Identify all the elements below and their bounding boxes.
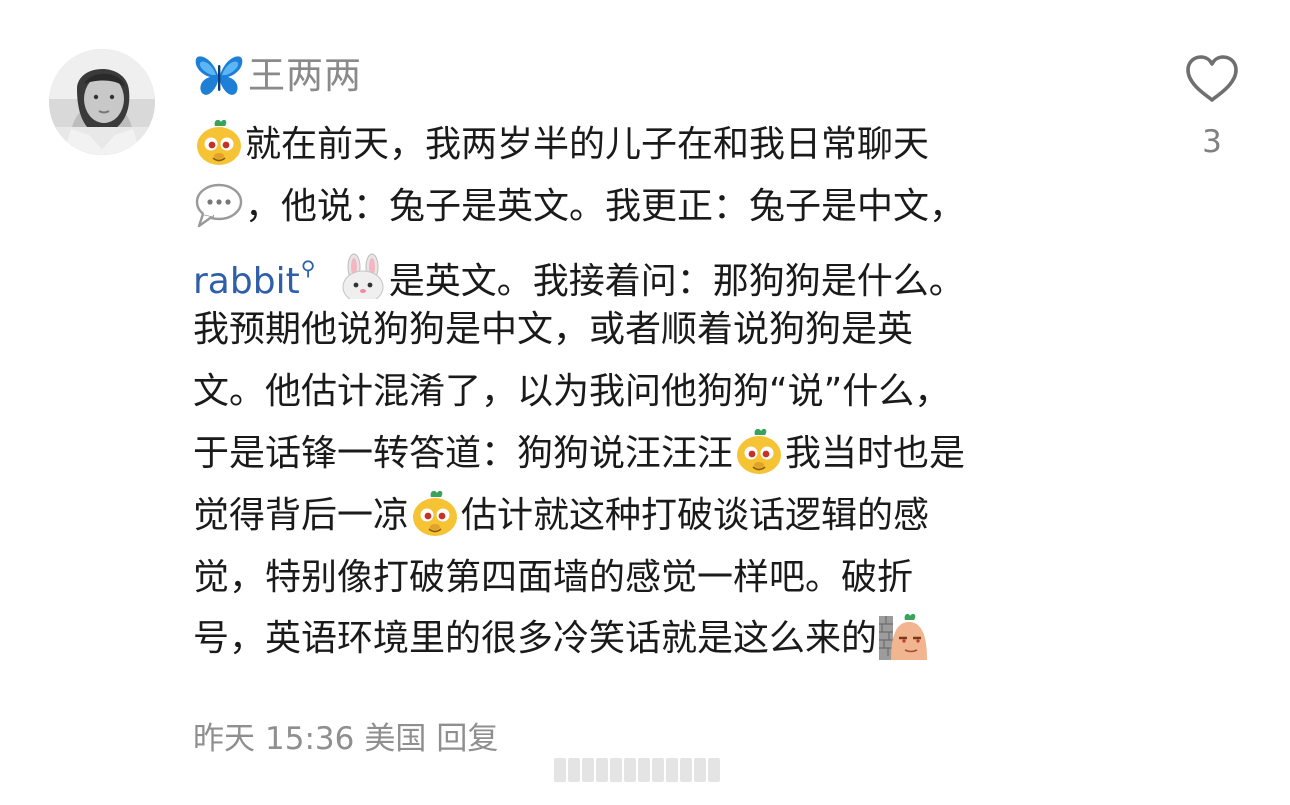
comment-date: 昨天 (193, 721, 255, 757)
comment-line: 于是话锋一转答道：狗狗说汪汪汪 我当时也是 (193, 423, 1113, 485)
bunny-face-emoji (337, 253, 389, 300)
comment-line: ，他说：兔子是英文。我更正：兔子是中文， (193, 176, 1113, 238)
comment-location: 美国 (364, 721, 427, 757)
speech-bubble-emoji (193, 178, 245, 230)
like-count: 3 (1202, 124, 1222, 160)
comment-line: 就在前天，我两岁半的儿子在和我日常聊天 (193, 114, 1113, 176)
heart-outline-icon[interactable] (1184, 54, 1240, 104)
watermark (554, 758, 722, 784)
doge-face-emoji (193, 116, 245, 168)
comment-line: 号，英语环境里的很多冷笑话就是这么来的 (193, 608, 1113, 670)
author-name[interactable]: 王两两 (248, 50, 362, 102)
reply-button[interactable]: 回复 (436, 721, 498, 757)
doge-face-emoji (733, 425, 785, 477)
comment-meta: 昨天 15:36 美国 回复 (193, 718, 508, 760)
avatar-photo (49, 49, 155, 155)
author-row[interactable]: 王两两 (194, 50, 362, 102)
comment-body: 就在前天，我两岁半的儿子在和我日常聊天 ，他说：兔子是英文。我更正：兔子是中文，… (193, 114, 1113, 670)
butterfly-icon (194, 53, 244, 99)
comment-line: rabbit⚲ 是英文。我接着问：那狗狗是什么。 (193, 238, 1113, 300)
like-area: 3 (1184, 54, 1240, 162)
comment-time: 15:36 (265, 721, 355, 757)
comment-line: 觉得背后一凉 估计就这种打破谈话逻辑的感 (193, 485, 1113, 547)
comment-line: 我预期他说狗狗是中文，或者顺着说狗狗是英 (193, 309, 914, 351)
comment-line: 文。他估计混淆了，以为我问他狗狗“说”什么， (193, 371, 951, 413)
peek-wall-emoji (877, 610, 929, 662)
search-link-icon[interactable]: ⚲ (301, 238, 316, 300)
doge-face-emoji (409, 487, 461, 539)
topic-link[interactable]: rabbit (193, 261, 300, 300)
avatar[interactable] (49, 49, 155, 155)
comment-line: 觉，特别像打破第四面墙的感觉一样吧。破折 (193, 556, 914, 598)
